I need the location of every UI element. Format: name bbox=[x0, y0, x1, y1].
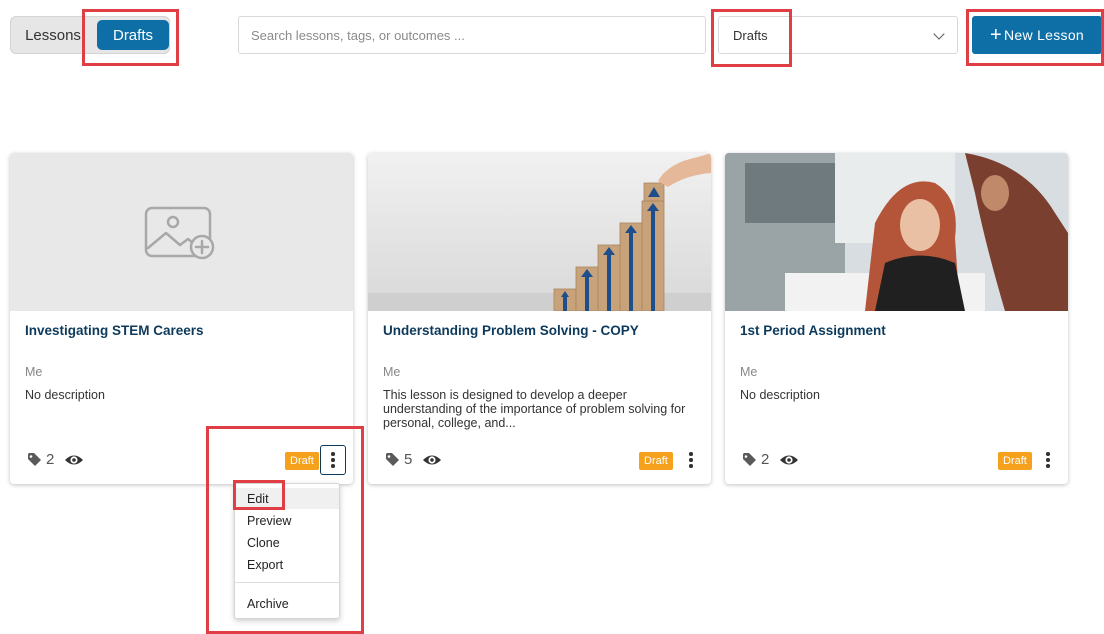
card-context-menu: Edit Preview Clone Export Archive bbox=[234, 483, 340, 619]
menu-item-edit[interactable]: Edit bbox=[235, 488, 339, 509]
tag-count: 2 bbox=[761, 451, 770, 468]
card-title[interactable]: 1st Period Assignment bbox=[740, 323, 886, 338]
draft-badge: Draft bbox=[998, 452, 1032, 470]
card-author: Me bbox=[383, 365, 401, 379]
lessons-tab[interactable]: Lessons bbox=[11, 17, 95, 53]
more-options-button[interactable] bbox=[1035, 445, 1061, 475]
tag-icon bbox=[743, 452, 756, 466]
card-author: Me bbox=[25, 365, 43, 379]
classroom-students-photo bbox=[725, 153, 1068, 311]
lesson-card[interactable]: Investigating STEM Careers Me No descrip… bbox=[10, 153, 353, 484]
menu-item-archive[interactable]: Archive bbox=[235, 593, 339, 614]
lesson-card[interactable]: Understanding Problem Solving - COPY Me … bbox=[368, 153, 711, 484]
new-lesson-button[interactable]: + New Lesson bbox=[972, 16, 1102, 54]
card-image-placeholder bbox=[10, 153, 353, 311]
new-lesson-label: New Lesson bbox=[1003, 27, 1085, 43]
search-input[interactable] bbox=[238, 16, 706, 54]
lesson-card[interactable]: 1st Period Assignment Me No description … bbox=[725, 153, 1068, 484]
card-description: No description bbox=[25, 388, 105, 402]
tag-icon bbox=[386, 452, 399, 466]
plus-icon: + bbox=[989, 24, 1002, 46]
card-description: No description bbox=[740, 388, 820, 402]
menu-item-preview[interactable]: Preview bbox=[235, 510, 339, 531]
growth-blocks-photo bbox=[368, 153, 711, 311]
tag-icon bbox=[28, 452, 41, 466]
status-filter-select[interactable]: Drafts bbox=[718, 16, 958, 54]
chevron-down-icon bbox=[933, 28, 945, 40]
more-options-button[interactable] bbox=[320, 445, 346, 475]
card-description: This lesson is designed to develop a dee… bbox=[383, 388, 686, 430]
card-author: Me bbox=[740, 365, 758, 379]
eye-icon[interactable] bbox=[779, 452, 799, 468]
menu-divider bbox=[235, 582, 339, 583]
image-placeholder-icon bbox=[144, 206, 215, 260]
card-footer: 2 bbox=[742, 451, 799, 468]
card-title[interactable]: Investigating STEM Careers bbox=[25, 323, 204, 338]
eye-icon[interactable] bbox=[422, 452, 442, 468]
tag-count: 2 bbox=[46, 451, 55, 468]
tag-count: 5 bbox=[404, 451, 413, 468]
drafts-tab[interactable]: Drafts bbox=[97, 20, 169, 50]
lessons-drafts-toggle: Lessons Drafts bbox=[10, 16, 170, 54]
eye-icon[interactable] bbox=[64, 452, 84, 468]
card-footer: 2 bbox=[27, 451, 84, 468]
card-title[interactable]: Understanding Problem Solving - COPY bbox=[383, 323, 639, 338]
draft-badge: Draft bbox=[639, 452, 673, 470]
status-filter-value: Drafts bbox=[733, 27, 768, 43]
menu-item-clone[interactable]: Clone bbox=[235, 532, 339, 553]
card-footer: 5 bbox=[385, 451, 442, 468]
draft-badge: Draft bbox=[285, 452, 319, 470]
more-options-button[interactable] bbox=[678, 445, 704, 475]
menu-item-export[interactable]: Export bbox=[235, 554, 339, 575]
